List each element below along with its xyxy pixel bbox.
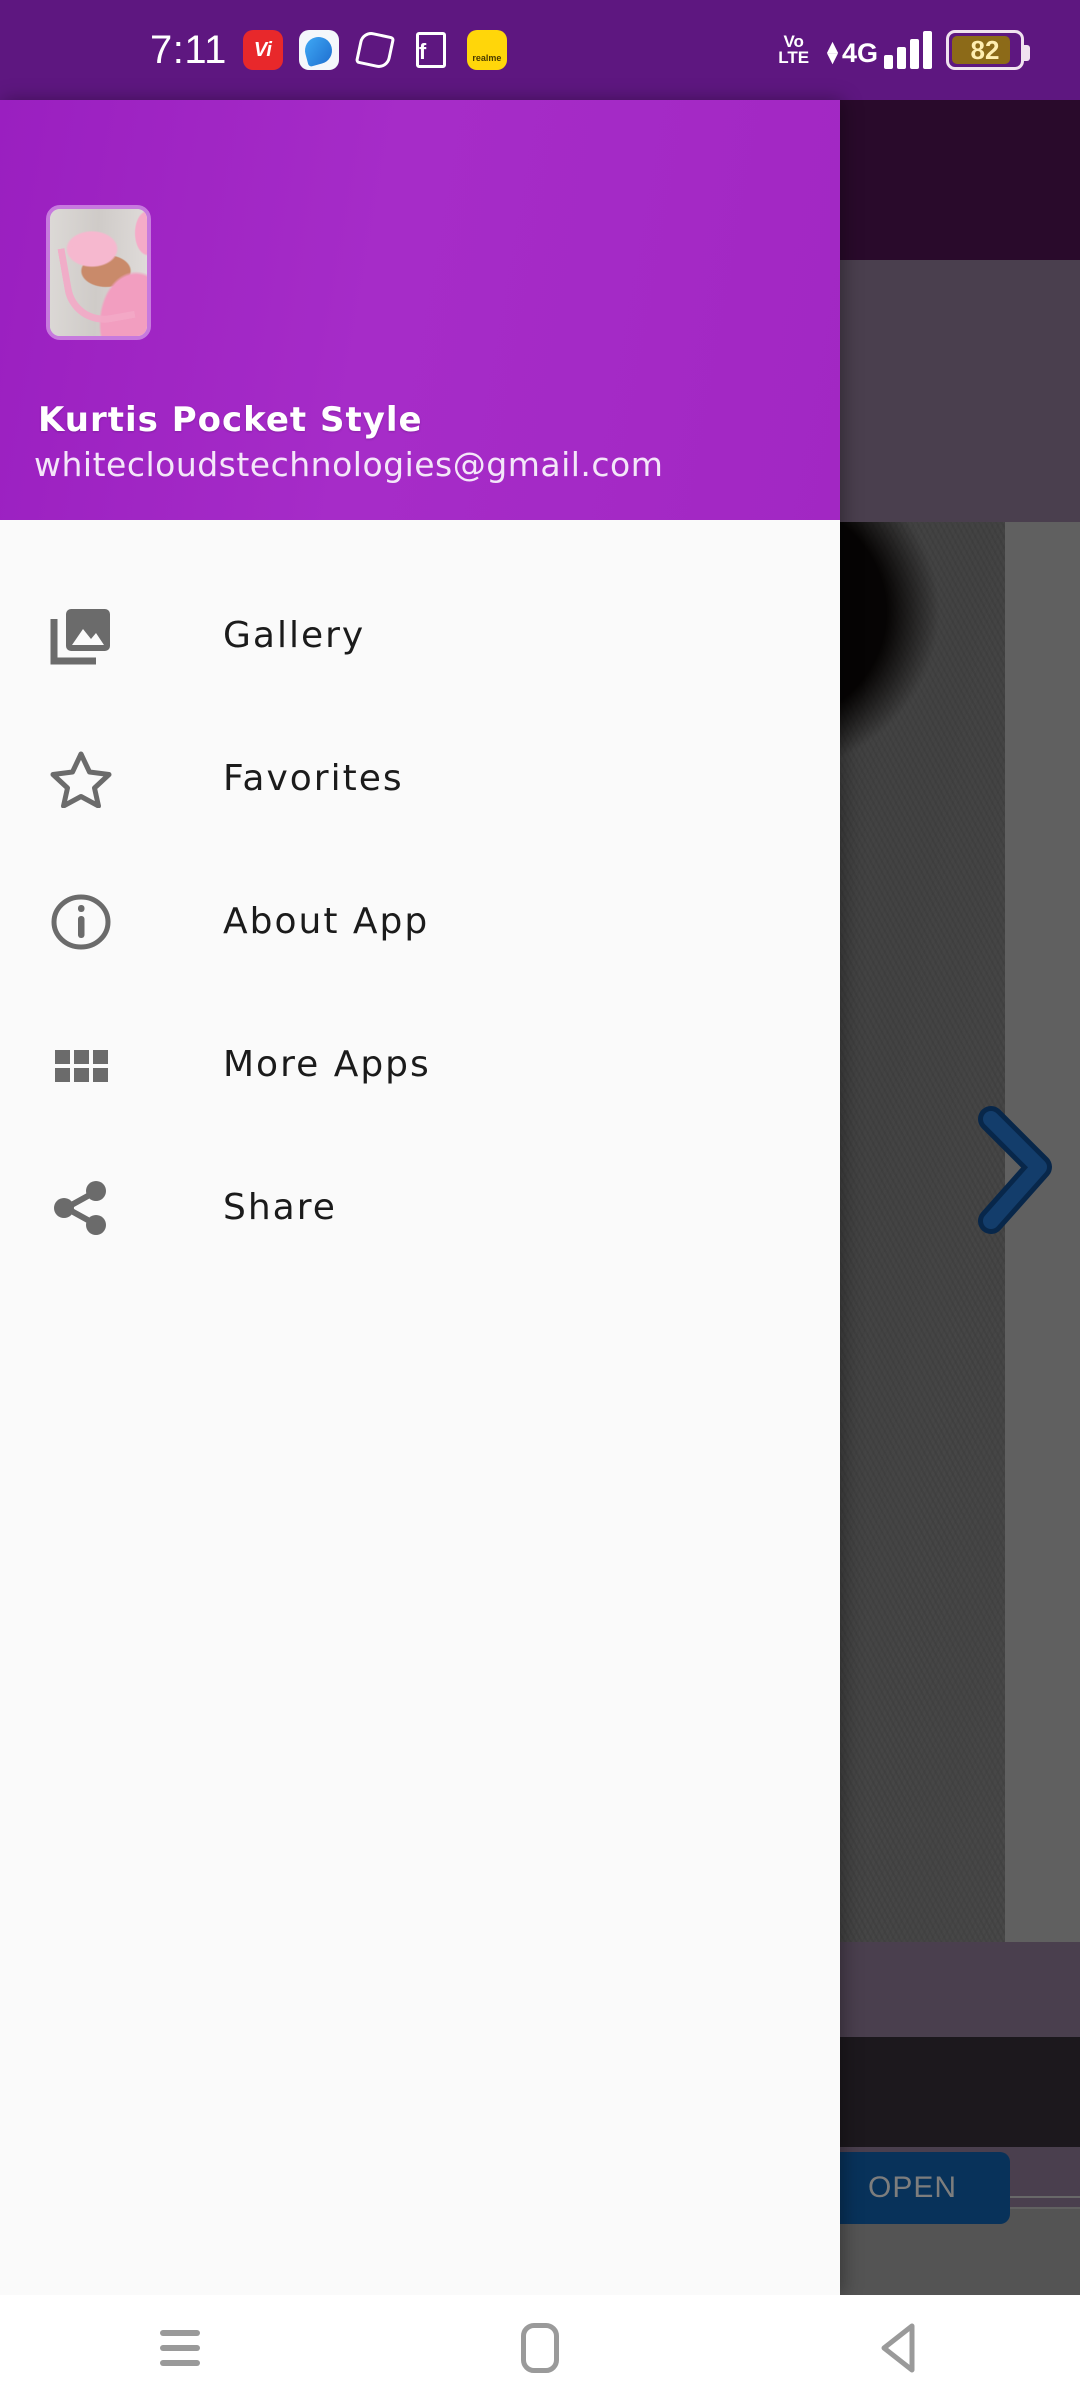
recents-icon	[160, 2329, 200, 2366]
drawer-item-label: Share	[223, 1187, 337, 1228]
white-outline-app-icon	[354, 30, 395, 70]
battery-percent-text: 82	[970, 34, 1000, 65]
navigation-drawer: Kurtis Pocket Style whitecloudstechnolog…	[0, 100, 840, 2295]
status-bar: 7:11 Vi f realme Vo LTE ▲ ▼ 4G 82	[0, 0, 1080, 100]
home-icon	[521, 2322, 559, 2373]
battery-icon: 82	[946, 30, 1030, 70]
drawer-item-label: About App	[223, 901, 430, 942]
drawer-header: Kurtis Pocket Style whitecloudstechnolog…	[0, 100, 840, 520]
status-bar-right: Vo LTE ▲ ▼ 4G 82	[778, 30, 1080, 70]
status-bar-clock: 7:11	[150, 27, 227, 72]
drawer-item-gallery[interactable]: Gallery	[0, 564, 840, 707]
network-type-label: ▲ ▼ 4G	[823, 38, 878, 69]
browser-app-icon	[298, 30, 339, 70]
signal-bars-icon	[884, 31, 932, 69]
drawer-item-label: Gallery	[223, 615, 366, 656]
nav-home-button[interactable]	[360, 2322, 720, 2373]
data-transfer-arrows-icon: ▲ ▼	[823, 37, 842, 69]
realme-store-app-icon: realme	[466, 30, 507, 70]
app-avatar-thumbnail	[46, 205, 151, 340]
star-outline-icon	[50, 750, 128, 808]
flipkart-glyph: f	[415, 32, 446, 68]
info-circle-icon	[50, 893, 128, 951]
grid-apps-icon	[50, 1036, 128, 1094]
drawer-item-share[interactable]: Share	[0, 1136, 840, 1279]
network-indicator: ▲ ▼ 4G	[823, 31, 932, 69]
network-type-text: 4G	[841, 38, 878, 68]
drawer-item-about-app[interactable]: About App	[0, 850, 840, 993]
nav-back-button[interactable]	[720, 2321, 1080, 2375]
ad-open-button[interactable]: OPEN	[815, 2152, 1010, 2224]
drawer-menu: Gallery Favorites About App More Apps Sh…	[0, 520, 840, 1279]
back-icon	[876, 2321, 924, 2375]
volte-line-2: LTE	[778, 48, 810, 67]
drawer-item-label: Favorites	[223, 758, 404, 799]
nav-recents-button[interactable]	[0, 2329, 360, 2366]
drawer-item-label: More Apps	[223, 1044, 431, 1085]
status-bar-left: 7:11 Vi f realme	[0, 28, 507, 73]
chevron-right-next-icon[interactable]	[975, 1105, 1053, 1235]
photo-library-icon	[50, 607, 128, 665]
phone-screen: OPEN 7:11 Vi f realme Vo LTE ▲ ▼ 4G 82 K…	[0, 0, 1080, 2400]
android-nav-bar	[0, 2295, 1080, 2400]
vi-app-icon: Vi	[242, 30, 283, 70]
drawer-item-more-apps[interactable]: More Apps	[0, 993, 840, 1136]
drawer-app-email: whitecloudstechnologies@gmail.com	[34, 445, 664, 484]
share-nodes-icon	[50, 1179, 128, 1237]
volte-indicator: Vo LTE	[778, 33, 810, 67]
flipkart-app-icon: f	[411, 30, 451, 70]
drawer-item-favorites[interactable]: Favorites	[0, 707, 840, 850]
drawer-app-name: Kurtis Pocket Style	[38, 400, 423, 440]
avatar-image	[50, 209, 147, 336]
